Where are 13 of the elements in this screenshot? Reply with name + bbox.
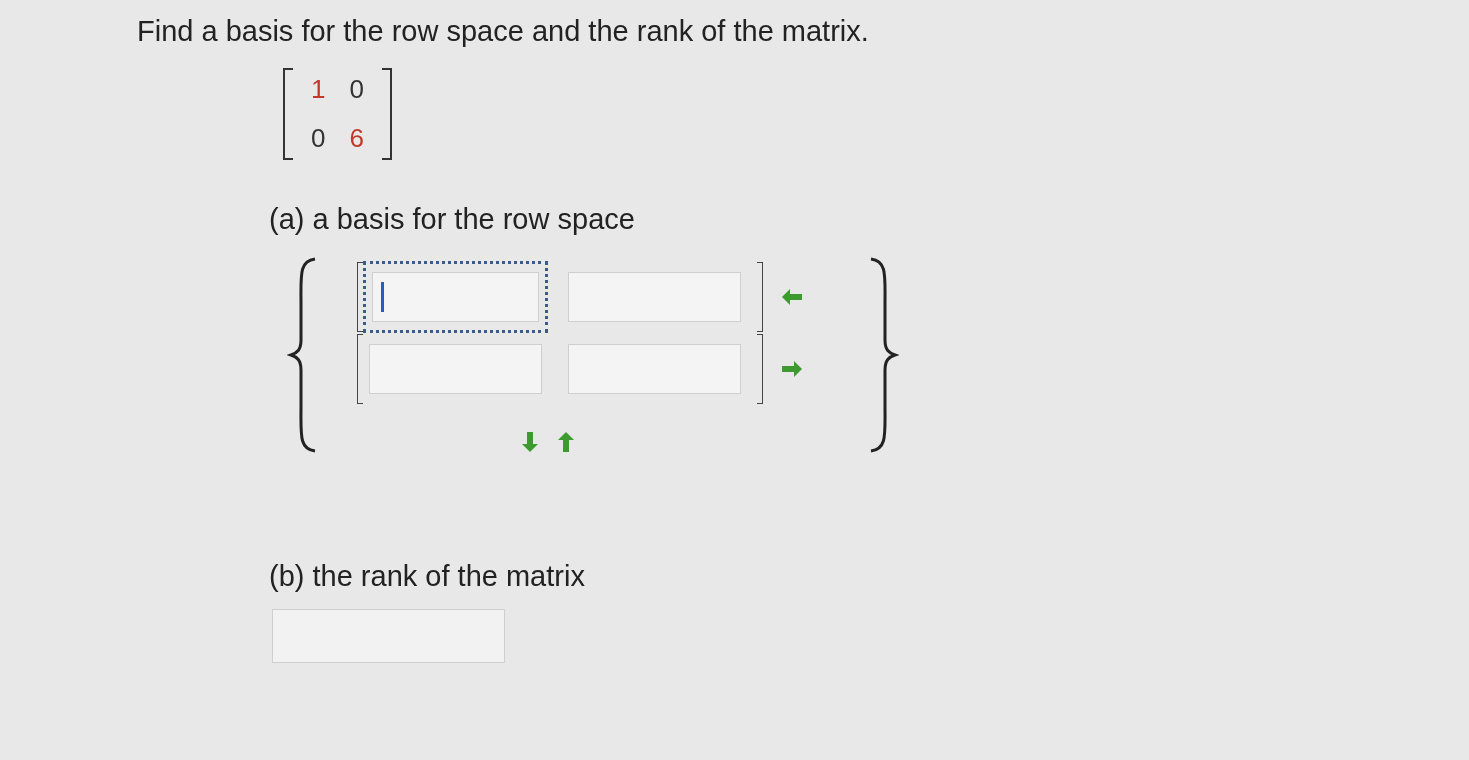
- row-bracket-left: [357, 262, 363, 332]
- matrix-entry: 1: [311, 72, 326, 106]
- question-text: Find a basis for the row space and the rank of the matrix.: [137, 14, 870, 49]
- text-cursor-icon: [381, 282, 384, 312]
- row-bracket-right: [757, 334, 763, 404]
- part-b-label: (b) the rank of the matrix: [269, 559, 586, 594]
- matrix-entry: 6: [349, 121, 364, 155]
- row-bracket-left: [357, 334, 363, 404]
- matrix-entry: 0: [311, 121, 326, 155]
- answer-box[interactable]: [363, 261, 548, 333]
- matrix-entry: 0: [349, 72, 364, 106]
- part-a-label: (a) a basis for the row space: [269, 201, 636, 237]
- row-bracket-right: [757, 262, 763, 332]
